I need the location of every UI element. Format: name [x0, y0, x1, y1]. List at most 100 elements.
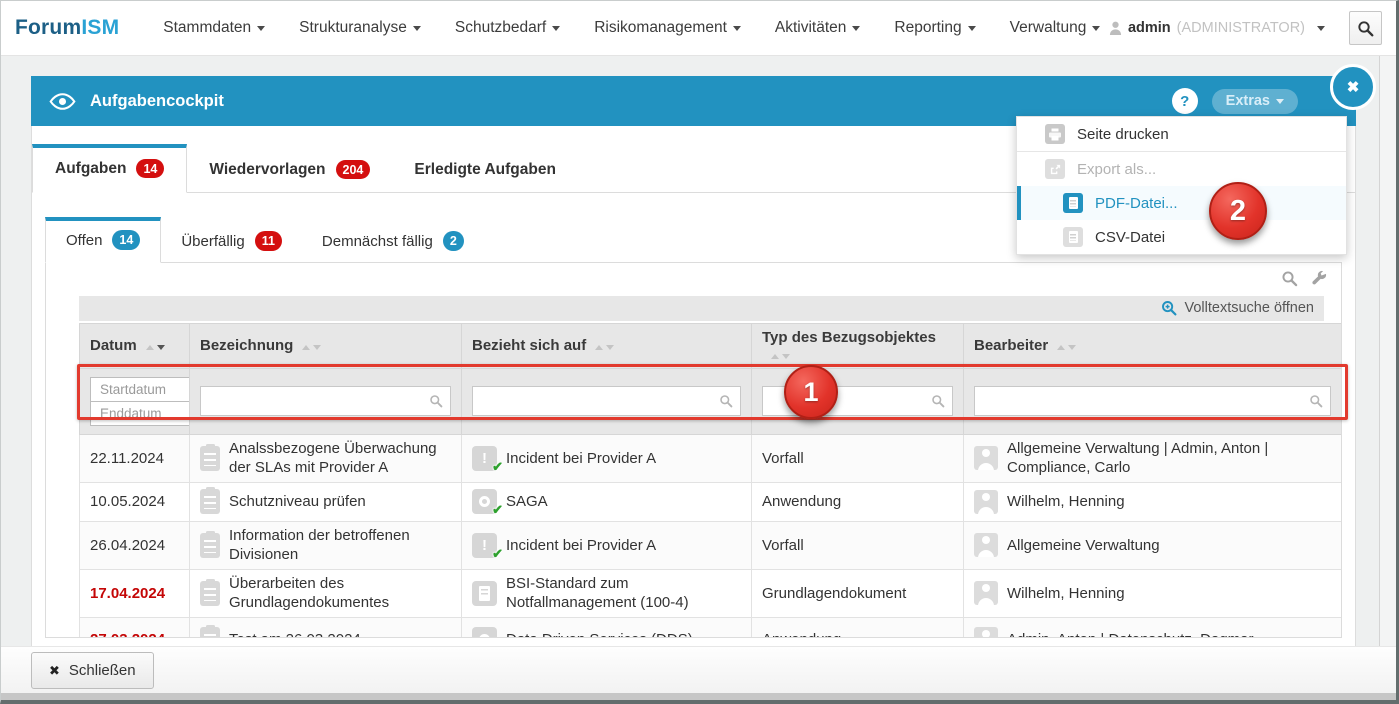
task-reference[interactable]: Incident bei Provider A — [506, 449, 656, 469]
task-title[interactable]: Schutzniveau prüfen — [229, 492, 366, 512]
app-logo[interactable]: ForumISM — [15, 16, 119, 40]
column-header-typ[interactable]: Typ des Bezugsobjektes — [752, 323, 964, 368]
subtab-offen[interactable]: Offen 14 — [45, 217, 161, 262]
user-role: (ADMINISTRATOR) — [1177, 20, 1305, 36]
task-icon — [200, 446, 220, 471]
task-icon — [200, 489, 220, 514]
document-icon — [472, 581, 497, 606]
column-header-datum[interactable]: Datum — [80, 323, 190, 368]
menu-item-csv-datei[interactable]: CSV-Datei — [1017, 220, 1346, 254]
help-button[interactable]: ? — [1172, 88, 1198, 114]
column-header-bezieht-sich-auf[interactable]: Bezieht sich auf — [462, 323, 752, 368]
task-title[interactable]: Information der betroffenen Divisionen — [229, 526, 451, 565]
task-reference[interactable]: BSI-Standard zum Notfallmanagement (100-… — [506, 574, 741, 613]
annotation-step-1: 1 — [784, 365, 838, 419]
menu-aktivitaeten[interactable]: Aktivitäten — [775, 19, 861, 37]
tab-aufgaben[interactable]: Aufgaben 14 — [32, 144, 187, 193]
column-header-bezeichnung[interactable]: Bezeichnung — [190, 323, 462, 368]
task-assignees: Admin, Anton | Datenschutz, Dagmar — [1007, 630, 1254, 638]
task-title[interactable]: Überarbeiten des Grundlagendokumentes — [229, 574, 451, 613]
task-reference[interactable]: SAGA — [506, 492, 548, 512]
task-reference[interactable]: Data Driven Services (DDS) — [506, 630, 693, 638]
task-icon — [200, 627, 220, 638]
application-icon: ✔ — [472, 489, 497, 514]
table-header-row: Datum Bezeichnung Bezieht sich auf Typ d… — [80, 323, 1342, 368]
task-type: Grundlagendokument — [762, 585, 906, 602]
menu-reporting[interactable]: Reporting — [894, 19, 975, 37]
logo-part-ism: ISM — [81, 16, 119, 39]
task-date-overdue: 17.04.2024 — [90, 585, 165, 602]
filter-cell-bearbeiter — [964, 368, 1342, 434]
person-icon — [974, 581, 998, 605]
app-window: ForumISM Stammdaten Strukturanalyse Schu… — [0, 0, 1399, 704]
menu-item-pdf-datei[interactable]: PDF-Datei... — [1017, 186, 1346, 220]
subtab-ueberfaellig-badge: 11 — [255, 231, 282, 250]
filter-row — [80, 368, 1342, 434]
column-header-bearbeiter[interactable]: Bearbeiter — [964, 323, 1342, 368]
bezeichnung-filter-input[interactable] — [200, 386, 451, 416]
table-row[interactable]: 26.04.2024 Information der betroffenen D… — [80, 521, 1342, 569]
task-type: Anwendung — [762, 493, 841, 510]
search-icon — [931, 394, 945, 408]
sort-icons[interactable] — [595, 345, 614, 350]
task-title[interactable]: Test am 26.03.2024 — [229, 630, 361, 638]
scrollbar-track[interactable] — [1379, 56, 1396, 693]
sort-icons[interactable] — [1057, 345, 1076, 350]
wrench-icon[interactable] — [1310, 270, 1327, 287]
bearbeiter-filter-input[interactable] — [974, 386, 1331, 416]
task-table: Datum Bezeichnung Bezieht sich auf Typ d… — [79, 323, 1342, 638]
chevron-down-icon — [1276, 99, 1284, 104]
tab-erledigte-aufgaben[interactable]: Erledigte Aufgaben — [392, 146, 578, 193]
search-icon — [1309, 394, 1323, 408]
enddatum-filter-input[interactable] — [90, 401, 192, 426]
tab-wiedervorlagen-badge: 204 — [336, 160, 371, 179]
menu-verwaltung[interactable]: Verwaltung — [1010, 19, 1101, 37]
chevron-down-icon — [1317, 26, 1325, 31]
check-icon: ✔ — [492, 459, 503, 476]
task-date: 26.04.2024 — [90, 537, 165, 554]
menu-schutzbedarf[interactable]: Schutzbedarf — [455, 19, 560, 37]
person-icon — [974, 490, 998, 514]
search-icon — [719, 394, 733, 408]
extras-button[interactable]: Extras — [1212, 89, 1298, 114]
task-list-panel: Volltextsuche öffnen Datum Bezeichnung B… — [45, 263, 1342, 638]
task-type: Vorfall — [762, 537, 804, 554]
subtab-ueberfaellig[interactable]: Überfällig 11 — [161, 218, 302, 262]
menu-stammdaten[interactable]: Stammdaten — [163, 19, 265, 37]
task-icon — [200, 533, 220, 558]
user-name: admin — [1128, 20, 1171, 36]
subtab-demnaechst-faellig[interactable]: Demnächst fällig 2 — [302, 218, 484, 262]
incident-icon: !✔ — [472, 446, 497, 471]
menu-risikomanagement[interactable]: Risikomanagement — [594, 19, 741, 37]
chevron-down-icon — [257, 26, 265, 31]
sort-icons[interactable] — [302, 345, 321, 350]
sort-icons[interactable] — [146, 345, 165, 350]
page-content: Aufgabencockpit ? Extras ✖ Aufgaben 14 W… — [1, 56, 1396, 700]
dialog-close-button[interactable]: ✖ — [1330, 64, 1376, 110]
table-row[interactable]: 17.04.2024 Überarbeiten des Grundlagendo… — [80, 569, 1342, 617]
schliessen-button[interactable]: ✖ Schließen — [31, 652, 154, 689]
sort-icons[interactable] — [771, 354, 790, 359]
startdatum-filter-input[interactable] — [90, 377, 192, 402]
fulltext-search-toggle[interactable]: Volltextsuche öffnen — [79, 296, 1324, 321]
global-search-button[interactable] — [1349, 11, 1382, 45]
bezieht-sich-auf-filter-input[interactable] — [472, 386, 741, 416]
search-icon — [1357, 20, 1374, 37]
table-row[interactable]: 27.03.2024 Test am 26.03.2024 Data Drive… — [80, 617, 1342, 638]
task-reference[interactable]: Incident bei Provider A — [506, 536, 656, 556]
task-assignees: Allgemeine Verwaltung | Admin, Anton | C… — [1007, 439, 1331, 478]
tab-wiedervorlagen[interactable]: Wiedervorlagen 204 — [187, 145, 392, 193]
menu-item-seite-drucken[interactable]: Seite drucken — [1017, 117, 1346, 151]
filter-cell-datum — [80, 368, 190, 434]
menu-strukturanalyse[interactable]: Strukturanalyse — [299, 19, 421, 37]
table-row[interactable]: 10.05.2024 Schutzniveau prüfen ✔ SAGA Anw… — [80, 482, 1342, 521]
bottom-bar — [1, 693, 1396, 700]
search-icon[interactable] — [1281, 270, 1298, 287]
task-date: 10.05.2024 — [90, 493, 165, 510]
task-title[interactable]: Analssbezogene Überwachung der SLAs mit … — [229, 439, 451, 478]
dialog-title: Aufgabencockpit — [90, 92, 224, 111]
table-row[interactable]: 22.11.2024 Analssbezogene Überwachung de… — [80, 434, 1342, 482]
user-menu[interactable]: admin (ADMINISTRATOR) — [1109, 20, 1325, 36]
task-type: Anwendung — [762, 631, 841, 638]
task-date: 22.11.2024 — [90, 450, 164, 467]
